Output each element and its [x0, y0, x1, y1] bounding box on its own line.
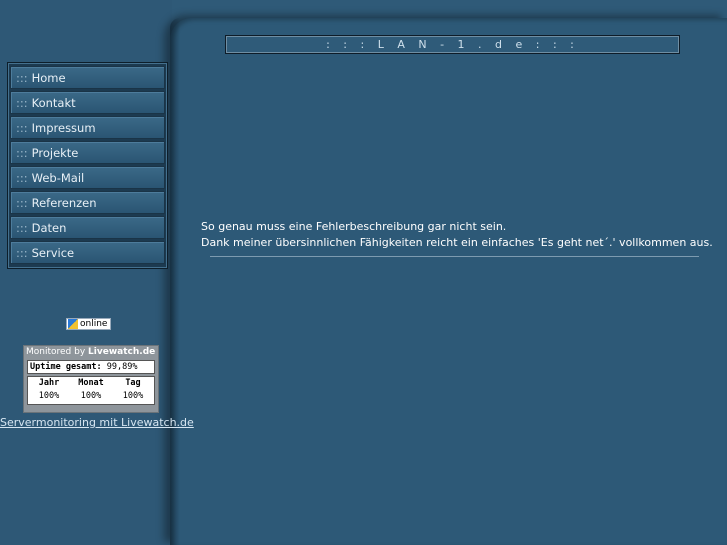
livewatch-brand: Livewatch.de — [88, 347, 156, 357]
uptime-col-monat: Monat 100% — [70, 377, 112, 404]
uptime-col-value: 100% — [80, 391, 102, 401]
message-line-2: Dank meiner übersinnlichen Fähigkeiten r… — [201, 236, 713, 249]
uptime-label: Uptime gesamt: — [30, 362, 102, 372]
livewatch-header: Monitored by Livewatch.de — [24, 346, 158, 359]
message-line-1: So genau muss eine Fehlerbeschreibung ga… — [201, 220, 507, 233]
nav-item-label: Impressum — [31, 121, 96, 135]
nav-item-label: Service — [31, 246, 75, 260]
uptime-value: 99,89% — [106, 362, 138, 372]
site-header: : : : L A N - 1 . d e : : : — [225, 35, 680, 54]
nav-item-label: Web-Mail — [31, 171, 85, 185]
nav-item-daten[interactable]: ::: Daten — [10, 216, 165, 239]
main-panel — [170, 18, 727, 545]
nav-item-label: Kontakt — [31, 96, 76, 110]
nav-item-referenzen[interactable]: ::: Referenzen — [10, 191, 165, 214]
nav-item-service[interactable]: ::: Service — [10, 241, 165, 264]
nav-item-kontakt[interactable]: ::: Kontakt — [10, 91, 165, 114]
servermonitoring-link[interactable]: Servermonitoring mit Livewatch.de — [0, 416, 194, 429]
nav-item-label: Referenzen — [31, 196, 97, 210]
online-label: online — [80, 319, 108, 329]
livewatch-widget[interactable]: Monitored by Livewatch.de Uptime gesamt:… — [23, 345, 159, 413]
uptime-col-header: Monat — [78, 378, 104, 388]
error-message: So genau muss eine Fehlerbeschreibung ga… — [201, 219, 713, 251]
uptime-table: Jahr 100% Monat 100% Tag 100% — [27, 376, 155, 405]
nav-item-home[interactable]: ::: Home — [10, 66, 165, 89]
nav-prefix: ::: — [16, 196, 28, 210]
nav-prefix: ::: — [16, 171, 28, 185]
nav-item-label: Daten — [31, 221, 67, 235]
nav-item-label: Projekte — [31, 146, 79, 160]
uptime-col-header: Tag — [125, 378, 141, 388]
nav-prefix: ::: — [16, 96, 28, 110]
nav-prefix: ::: — [16, 121, 28, 135]
uptime-col-header: Jahr — [38, 378, 60, 388]
nav-item-web-mail[interactable]: ::: Web-Mail — [10, 166, 165, 189]
content-divider — [210, 256, 699, 257]
monitored-by-text: Monitored by — [26, 347, 86, 357]
nav-prefix: ::: — [16, 71, 28, 85]
nav-prefix: ::: — [16, 221, 28, 235]
uptime-col-tag: Tag 100% — [112, 377, 154, 404]
nav-item-label: Home — [31, 71, 66, 85]
nav-prefix: ::: — [16, 146, 28, 160]
uptime-col-value: 100% — [122, 391, 144, 401]
uptime-col-value: 100% — [38, 391, 60, 401]
status-icon — [68, 319, 78, 329]
nav-item-projekte[interactable]: ::: Projekte — [10, 141, 165, 164]
nav-prefix: ::: — [16, 246, 28, 260]
uptime-col-jahr: Jahr 100% — [28, 377, 70, 404]
uptime-total: Uptime gesamt: 99,89% — [27, 360, 155, 374]
main-nav: ::: Home ::: Kontakt ::: Impressum ::: Proje… — [7, 62, 168, 269]
nav-item-impressum[interactable]: ::: Impressum — [10, 116, 165, 139]
site-title: : : : L A N - 1 . d e : : : — [326, 38, 579, 51]
online-status-badge[interactable]: online — [66, 318, 111, 330]
